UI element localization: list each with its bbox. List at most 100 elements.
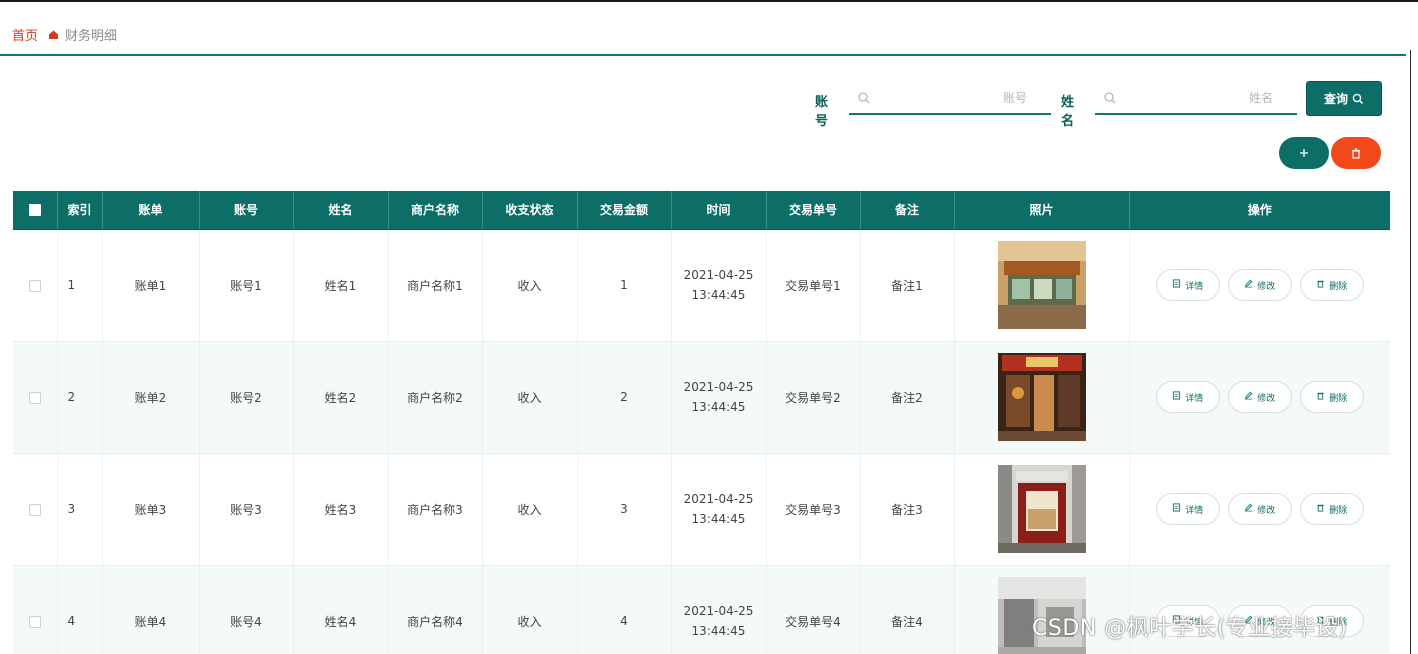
cell-trade-no: 交易单号1 [766, 229, 861, 342]
cell-merchant: 商户名称3 [388, 453, 483, 566]
detail-icon [1172, 503, 1181, 515]
name-label: 姓名 [1061, 95, 1075, 129]
edit-button[interactable]: 修改 [1227, 493, 1292, 525]
select-all-cell[interactable] [13, 191, 58, 230]
shop-photo [997, 241, 1086, 329]
name-input[interactable] [1117, 84, 1297, 112]
shop-photo [997, 465, 1086, 553]
batch-delete-button[interactable] [1331, 137, 1381, 169]
cell-photo [954, 341, 1130, 454]
breadcrumb: 首页 财务明细 [12, 24, 117, 44]
account-input[interactable] [871, 84, 1051, 112]
finance-table: 索引 账单 账号 姓名 商户名称 收支状态 交易金额 时间 交易单号 备注 照片… [13, 191, 1390, 654]
edit-icon [1244, 503, 1253, 515]
breadcrumb-home[interactable]: 首页 [12, 25, 38, 44]
cell-merchant: 商户名称1 [388, 229, 483, 342]
cell-merchant: 商户名称2 [388, 341, 483, 454]
cell-bill: 账单2 [102, 341, 200, 454]
delete-icon [1316, 279, 1325, 291]
cell-account: 账号4 [199, 565, 294, 654]
cell-remark: 备注1 [860, 229, 955, 342]
cell-name: 姓名4 [293, 565, 389, 654]
search-icon [1104, 92, 1116, 104]
detail-button[interactable]: 详情 [1155, 493, 1220, 525]
row-select-cell[interactable] [13, 341, 58, 454]
watermark: CSDN @枫叶学长(专业接毕设) [1032, 616, 1348, 641]
row-checkbox[interactable] [28, 615, 41, 628]
cell-merchant: 商户名称4 [388, 565, 483, 654]
delete-icon [1316, 391, 1325, 403]
add-button[interactable] [1279, 137, 1329, 169]
cell-status: 收入 [482, 341, 578, 454]
plus-icon [1300, 149, 1308, 157]
delete-button[interactable]: 删除 [1299, 269, 1364, 301]
cell-photo [954, 453, 1130, 566]
row-checkbox[interactable] [28, 503, 41, 516]
detail-label: 详情 [1185, 505, 1204, 516]
account-label: 账号 [815, 95, 829, 129]
edit-button[interactable]: 修改 [1227, 381, 1292, 413]
cell-bill: 账单4 [102, 565, 200, 654]
row-checkbox[interactable] [28, 279, 41, 292]
cell-clock: 13:44:45 [691, 288, 746, 302]
query-button-label: 查询 [1323, 92, 1348, 106]
cell-actions: 详情 修改 删除 [1129, 453, 1390, 566]
home-icon [47, 28, 59, 40]
detail-button[interactable]: 详情 [1155, 381, 1220, 413]
cell-status: 收入 [482, 453, 578, 566]
edit-label: 修改 [1257, 505, 1276, 516]
right-edge [1410, 50, 1411, 654]
table-row: 3 账单3 账号3 姓名3 商户名称3 收入 3 2021-04-25 13:44:45 交易单号… [13, 453, 1390, 566]
delete-label: 删除 [1329, 393, 1348, 404]
row-select-cell[interactable] [13, 229, 58, 342]
row-select-cell[interactable] [13, 565, 58, 654]
row-select-cell[interactable] [13, 453, 58, 566]
query-button[interactable]: 查询 [1306, 81, 1382, 116]
cell-amount: 3 [577, 453, 672, 566]
breadcrumb-current: 财务明细 [65, 28, 118, 44]
detail-icon [1172, 279, 1181, 291]
table-row: 2 账单2 账号2 姓名2 商户名称2 收入 2 2021-04-25 13:44:45 交易单号… [13, 341, 1390, 454]
cell-remark: 备注4 [860, 565, 955, 654]
cell-amount: 4 [577, 565, 672, 654]
cell-amount: 1 [577, 229, 672, 342]
account-field [849, 83, 1051, 115]
cell-account: 账号1 [199, 229, 294, 342]
delete-button[interactable]: 删除 [1299, 381, 1364, 413]
cell-index: 2 [57, 341, 103, 454]
cell-account: 账号2 [199, 341, 294, 454]
trash-icon [1352, 147, 1360, 159]
cell-remark: 备注2 [860, 341, 955, 454]
delete-button[interactable]: 删除 [1299, 493, 1364, 525]
edit-label: 修改 [1257, 281, 1276, 292]
cell-name: 姓名1 [293, 229, 389, 342]
cell-time: 2021-04-25 13:44:45 [671, 565, 767, 654]
edit-button[interactable]: 修改 [1227, 269, 1292, 301]
column-header: 账号 [199, 191, 294, 230]
delete-label: 删除 [1329, 281, 1348, 292]
column-header: 商户名称 [388, 191, 483, 230]
cell-time: 2021-04-25 13:44:45 [671, 453, 767, 566]
row-checkbox[interactable] [28, 391, 41, 404]
header-divider [0, 54, 1406, 56]
column-header: 时间 [671, 191, 767, 230]
cell-date: 2021-04-25 [683, 492, 754, 506]
delete-label: 删除 [1329, 505, 1348, 516]
select-all-checkbox[interactable] [28, 204, 41, 217]
column-header: 操作 [1129, 191, 1390, 230]
column-header: 收支状态 [482, 191, 578, 230]
edit-label: 修改 [1257, 393, 1276, 404]
detail-button[interactable]: 详情 [1155, 269, 1220, 301]
cell-name: 姓名3 [293, 453, 389, 566]
cell-status: 收入 [482, 229, 578, 342]
edit-icon [1244, 391, 1253, 403]
cell-bill: 账单1 [102, 229, 200, 342]
delete-icon [1316, 503, 1325, 515]
cell-clock: 13:44:45 [691, 512, 746, 526]
cell-amount: 2 [577, 341, 672, 454]
cell-trade-no: 交易单号4 [766, 565, 861, 654]
cell-index: 4 [57, 565, 103, 654]
cell-bill: 账单3 [102, 453, 200, 566]
name-field [1095, 83, 1297, 115]
cell-clock: 13:44:45 [691, 624, 746, 638]
